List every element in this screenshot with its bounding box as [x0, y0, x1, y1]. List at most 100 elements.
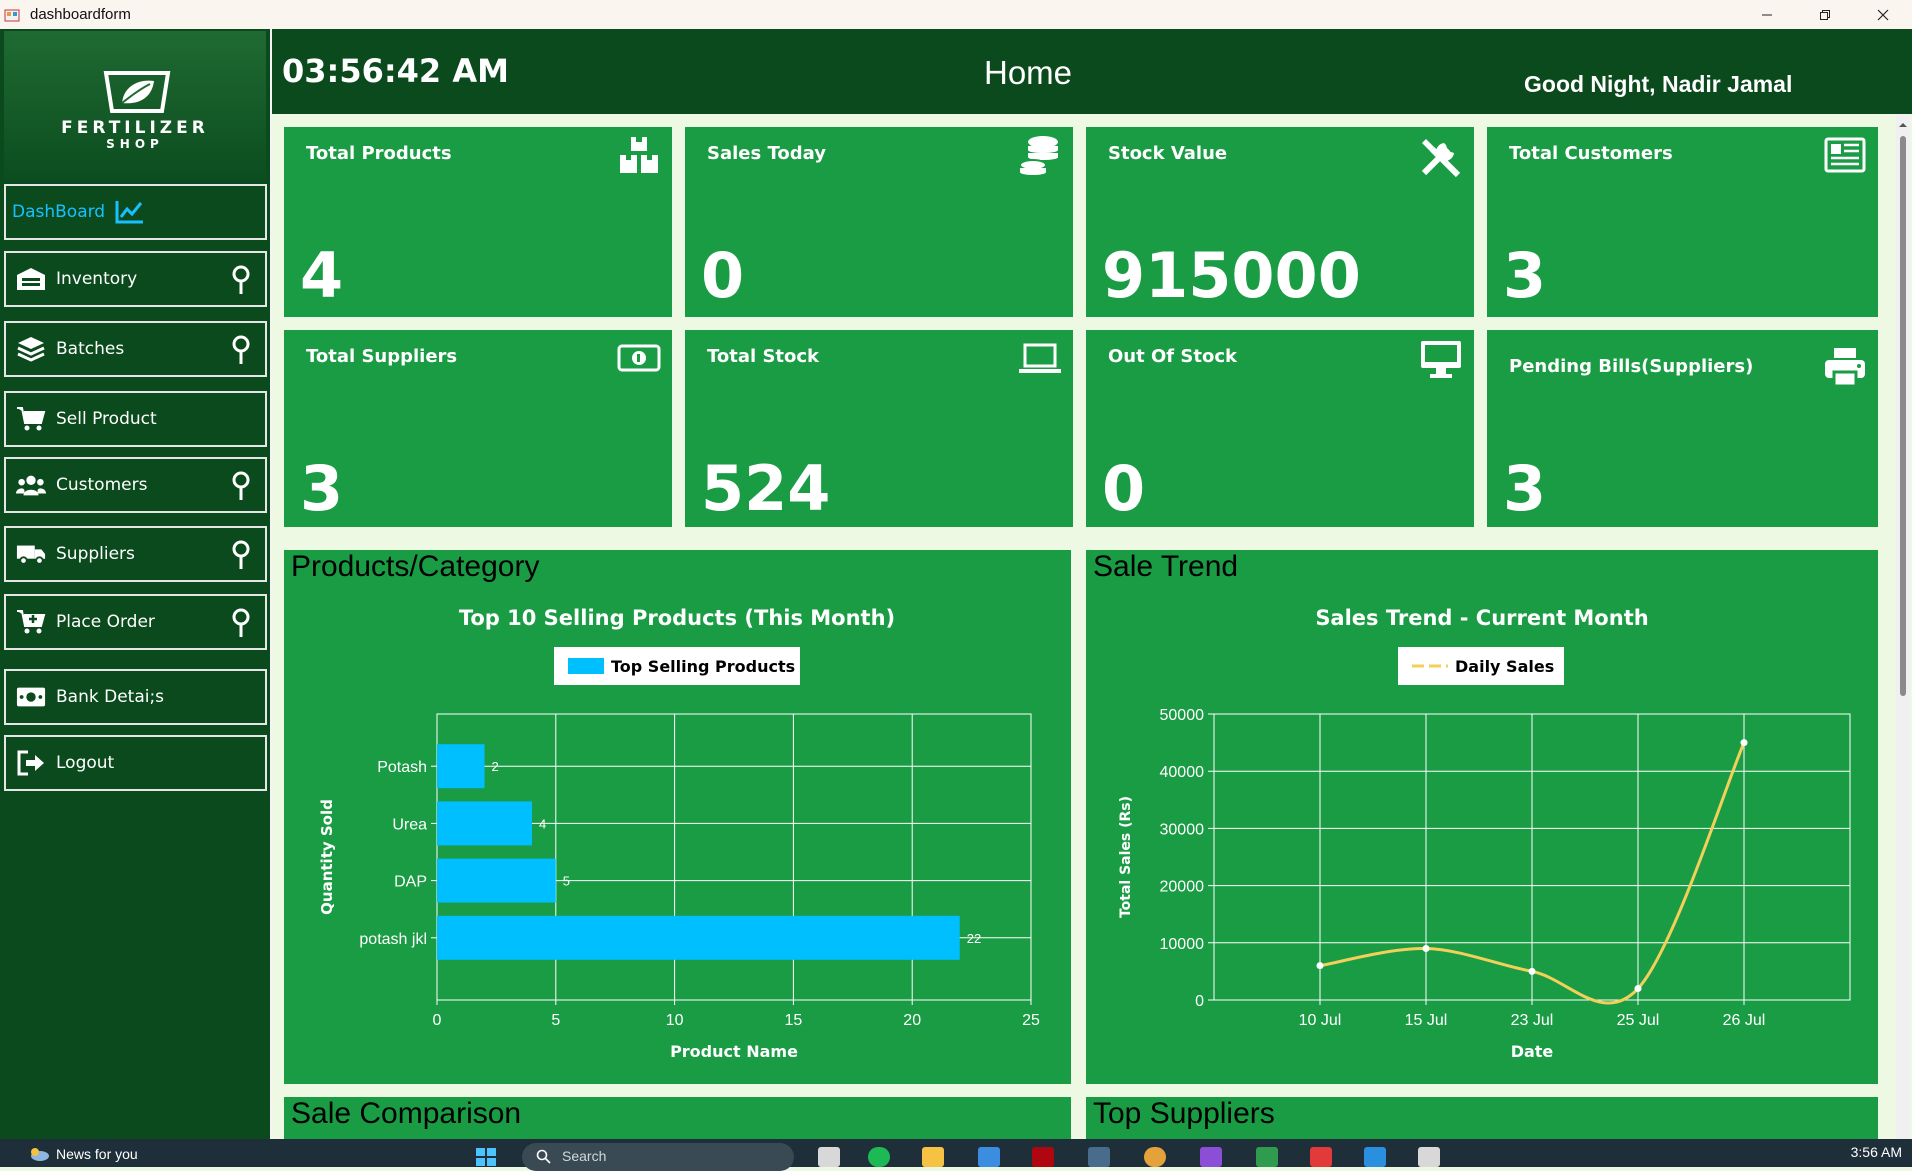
close-button[interactable] — [1854, 0, 1912, 29]
restore-icon — [1820, 9, 1830, 20]
taskbar-app-explorer[interactable] — [922, 1147, 944, 1167]
x-tick-label: 20 — [903, 1012, 921, 1029]
minimize-button[interactable] — [1738, 0, 1796, 29]
x-tick-label: 5 — [551, 1012, 560, 1029]
panel-top-suppliers: Top Suppliers — [1086, 1097, 1878, 1139]
sidebar-item-label: Customers — [56, 475, 148, 495]
sidebar: FERTILIZER SHOP DashBoard Inventory Batc… — [0, 29, 272, 1139]
news-label: News for you — [56, 1146, 138, 1162]
stat-card-sales-today: Sales Today 0 — [685, 127, 1073, 317]
sidebar-item-label: DashBoard — [12, 202, 106, 222]
header-bar: 03:56:42 AM Home Good Night, Nadir Jamal — [272, 29, 1912, 114]
x-tick-label: 25 — [1022, 1012, 1040, 1029]
card-title: Total Customers — [1509, 143, 1673, 164]
sidebar-item-bank-details[interactable]: Bank Detai;s — [4, 669, 267, 725]
chart-line-icon — [115, 201, 144, 224]
sign-out-icon — [17, 750, 44, 776]
sales-trend-chart: Sales Trend - Current Month Daily Sales 0 1… — [1118, 606, 1851, 1061]
category-label: Urea — [392, 816, 427, 833]
restore-button[interactable] — [1796, 0, 1854, 29]
card-title: Total Stock — [707, 346, 820, 367]
data-point — [1316, 962, 1324, 970]
logo: FERTILIZER SHOP — [4, 31, 266, 181]
card-title: Total Products — [306, 143, 452, 164]
legend-label: Daily Sales — [1455, 657, 1554, 676]
taskbar-app-dashboardform[interactable] — [1418, 1147, 1440, 1167]
stat-card-total-products: Total Products 4 — [284, 127, 672, 317]
windows-start-icon[interactable] — [475, 1147, 497, 1167]
taskbar-app-sheets[interactable] — [1256, 1147, 1278, 1167]
sidebar-item-batches[interactable]: Batches — [4, 321, 267, 377]
taskbar-app-ssms[interactable] — [1088, 1147, 1110, 1167]
laptop-icon — [1019, 343, 1061, 373]
x-tick-label: 23 Jul — [1511, 1012, 1554, 1029]
sidebar-item-label: Place Order — [56, 612, 155, 632]
card-value: 915000 — [1102, 239, 1361, 312]
taskbar-app-visual-studio[interactable] — [1200, 1147, 1222, 1167]
vertical-scrollbar[interactable] — [1896, 114, 1910, 1139]
app-icon — [4, 9, 20, 21]
data-label: 2 — [492, 759, 499, 774]
window-titlebar: dashboardform — [0, 0, 1912, 29]
x-axis-label: Product Name — [670, 1042, 798, 1061]
panel-title: Top Suppliers — [1093, 1097, 1275, 1130]
search-placeholder: Search — [562, 1148, 607, 1164]
layers-icon — [17, 337, 45, 362]
sidebar-item-customers[interactable]: Customers — [4, 457, 267, 513]
taskbar-app-chrome[interactable] — [1144, 1147, 1166, 1167]
tools-icon — [1421, 139, 1461, 178]
panel-products-category: Products/Category Top 10 Selling Product… — [284, 550, 1071, 1084]
card-title: Out Of Stock — [1108, 346, 1237, 367]
stat-card-out-of-stock: Out Of Stock 0 — [1086, 330, 1474, 527]
logo-title: FERTILIZER — [61, 118, 209, 138]
printer-icon — [1825, 348, 1865, 388]
data-point — [1740, 739, 1748, 747]
card-title: Sales Today — [707, 143, 826, 164]
card-value: 0 — [701, 239, 745, 312]
panel-sale-comparison: Sale Comparison — [284, 1097, 1071, 1139]
taskbar-app-spotify[interactable] — [868, 1147, 890, 1167]
card-value: 4 — [300, 239, 344, 312]
newspaper-icon — [1824, 137, 1866, 173]
warehouse-icon — [17, 268, 45, 290]
logo-subtitle: SHOP — [106, 137, 164, 151]
sidebar-item-sell-product[interactable]: Sell Product — [4, 391, 267, 447]
sidebar-item-label: Suppliers — [56, 544, 135, 564]
legend-swatch — [568, 658, 604, 674]
x-tick-label: 0 — [433, 1012, 442, 1029]
y-tick-label: 10000 — [1160, 936, 1205, 953]
x-tick-label: 25 Jul — [1617, 1012, 1660, 1029]
data-point — [1528, 967, 1536, 975]
taskbar: News for you Search 3:56 AM — [0, 1139, 1912, 1171]
sidebar-item-logout[interactable]: Logout — [4, 735, 267, 791]
bar — [437, 801, 533, 846]
cart-icon — [17, 407, 46, 431]
x-axis-label: Date — [1511, 1042, 1554, 1061]
users-icon — [16, 475, 46, 496]
y-tick-label: 30000 — [1160, 821, 1205, 838]
x-tick-label: 15 — [785, 1012, 803, 1029]
taskbar-app-netflix[interactable] — [1032, 1147, 1054, 1167]
bar — [437, 744, 485, 789]
taskbar-app-store[interactable] — [978, 1147, 1000, 1167]
pin-icon — [232, 540, 250, 569]
taskbar-app-red[interactable] — [1310, 1147, 1332, 1167]
x-tick-label: 10 — [666, 1012, 684, 1029]
sidebar-item-suppliers[interactable]: Suppliers — [4, 526, 267, 582]
news-widget[interactable]: News for you — [28, 1146, 138, 1162]
sidebar-item-inventory[interactable]: Inventory — [4, 251, 267, 307]
bar — [437, 915, 960, 960]
weather-icon — [31, 1148, 49, 1161]
sidebar-item-place-order[interactable]: Place Order — [4, 594, 267, 650]
taskbar-app-vscode[interactable] — [1364, 1147, 1386, 1167]
pin-icon — [232, 471, 250, 500]
page-title: Home — [984, 54, 1073, 91]
truck-icon — [16, 545, 46, 565]
sidebar-item-label: Bank Detai;s — [56, 687, 165, 707]
stat-card-stock-value: Stock Value 915000 — [1086, 127, 1474, 317]
data-point — [1422, 945, 1430, 953]
money-bill-icon — [617, 344, 661, 372]
taskbar-app-files[interactable] — [818, 1147, 840, 1167]
sidebar-item-dashboard[interactable]: DashBoard — [4, 184, 267, 240]
scrollbar-thumb[interactable] — [1900, 136, 1906, 696]
